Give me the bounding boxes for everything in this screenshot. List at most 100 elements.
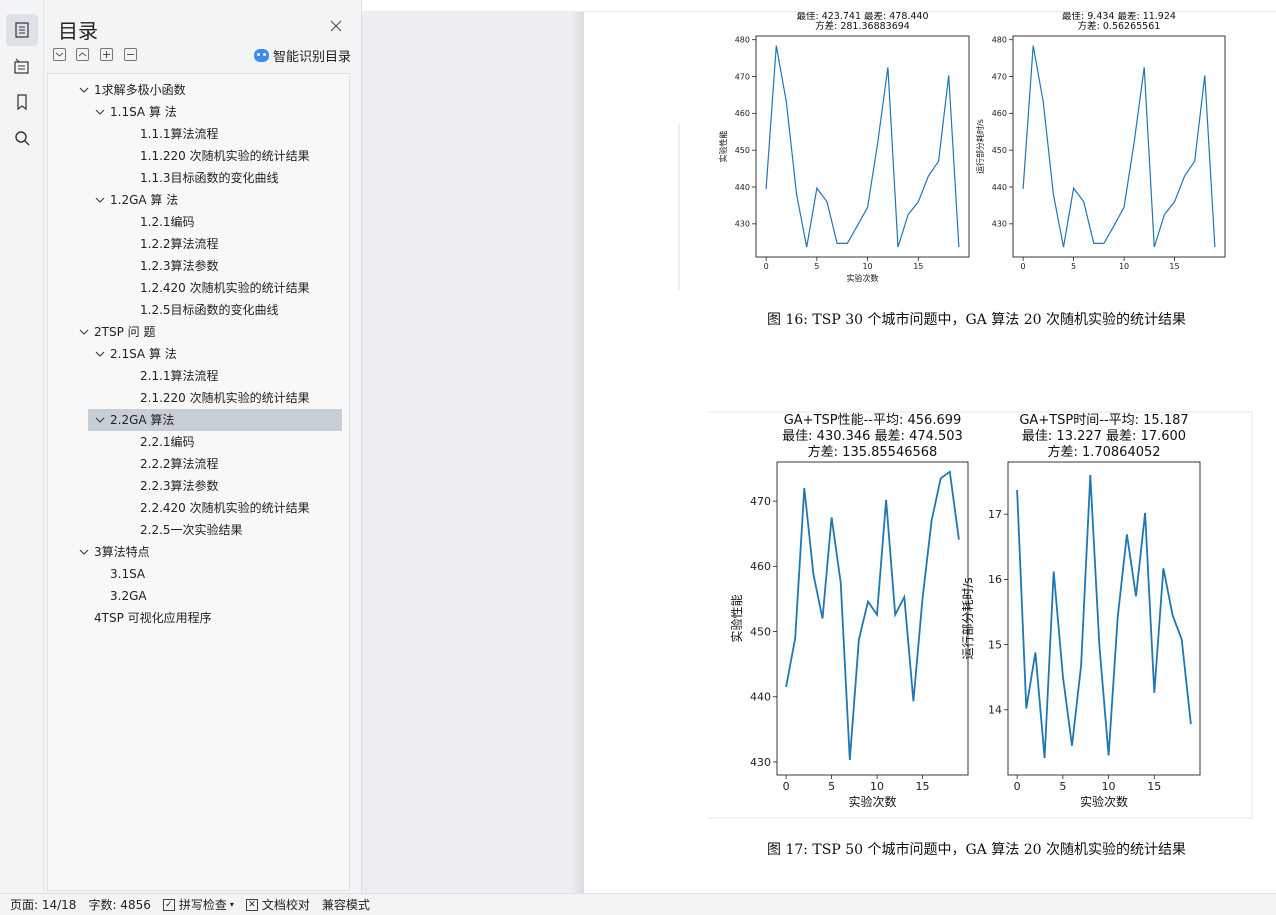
toc-item[interactable]: 1.2GA 算 法: [94, 189, 178, 211]
x-axis-label: 实验次数: [1080, 794, 1128, 809]
y-tick-label: 14: [988, 704, 1002, 717]
x-tick-label: 5: [1059, 780, 1066, 793]
toc-item-label: 1.2.1编码: [140, 215, 195, 229]
chapter-nav-icon[interactable]: [6, 50, 38, 82]
toc-item[interactable]: 2TSP 问 题: [78, 321, 155, 343]
x-tick-label: 15: [1147, 780, 1161, 793]
toc-item[interactable]: 2.2.5一次实验结果: [124, 519, 243, 541]
toc-item[interactable]: 1.2.1编码: [124, 211, 195, 233]
chart-title-line: 方差: 135.85546568: [808, 444, 938, 460]
app-window: 目录 智能识别目录 1求解多极小函数 1.1SA 算 法 1.1.1算法流程 1.1.…: [0, 0, 1276, 915]
y-tick-label: 470: [735, 72, 750, 81]
x-tick-label: 0: [1021, 262, 1026, 271]
chart-title-line: 方差: 281.36883694: [815, 20, 910, 32]
chart-3: GA+TSP时间--平均: 15.187最佳: 13.227 最差: 17.60…: [960, 413, 1201, 809]
x-axis-label: 实验次数: [847, 273, 879, 283]
x-tick-label: 0: [783, 780, 790, 793]
toc-item-label: 1.2.5目标函数的变化曲线: [140, 303, 279, 317]
chevron-down-icon[interactable]: [78, 84, 90, 96]
toc-item[interactable]: 2.1SA 算 法: [94, 343, 177, 365]
chevron-down-icon[interactable]: [94, 106, 106, 118]
word-count[interactable]: 字数: 4856: [82, 896, 156, 913]
y-tick-label: 440: [735, 183, 750, 192]
toc-item[interactable]: 1.2.5目标函数的变化曲线: [124, 299, 279, 321]
document-page[interactable]: 最佳: 423.741 最差: 478.440 方差: 281.36883694 0…: [584, 12, 1276, 893]
toc-item[interactable]: 2.2.420 次随机实验的统计结果: [124, 497, 310, 519]
chevron-down-icon[interactable]: [94, 194, 106, 206]
toc-item-label: 2.2.1编码: [140, 435, 195, 449]
page-indicator[interactable]: 页面: 14/18: [0, 896, 82, 913]
x-tick-label: 5: [828, 780, 835, 793]
toc-item[interactable]: 2.2.1编码: [124, 431, 195, 453]
toc-item[interactable]: 1.1.3目标函数的变化曲线: [124, 167, 279, 189]
toc-item[interactable]: 2.2.2算法流程: [124, 453, 219, 475]
chart-title-line: 方差: 0.56265561: [1078, 20, 1161, 32]
panel-title: 目录: [58, 19, 98, 43]
chart-frame: [1012, 35, 1226, 258]
toc-item-label: 1.1.220 次随机实验的统计结果: [140, 149, 310, 163]
add-heading-button[interactable]: [100, 48, 113, 61]
toc-item[interactable]: 1.2.3算法参数: [124, 255, 219, 277]
page-shadow: [572, 12, 584, 893]
toc-item-label: 4TSP 可视化应用程序: [94, 611, 212, 625]
chart-frame: [1007, 461, 1201, 776]
figure-17: GA+TSP性能--平均: 456.699最佳: 430.346 最差: 474…: [709, 411, 1253, 819]
toc-item[interactable]: 3.2GA: [94, 585, 147, 607]
toc-item[interactable]: 1.1SA 算 法: [94, 101, 177, 123]
toc-item[interactable]: 2.2.3算法参数: [124, 475, 219, 497]
spell-check-button[interactable]: ✓ 拼写检查 ▾: [157, 896, 240, 913]
toc-item-label: 3.2GA: [110, 589, 147, 603]
outline-icon[interactable]: [6, 14, 38, 46]
chevron-down-icon[interactable]: [94, 348, 106, 360]
y-tick-label: 430: [992, 220, 1007, 229]
toc-item[interactable]: 1.1.1算法流程: [124, 123, 219, 145]
status-bar: 页面: 14/18 字数: 4856 ✓ 拼写检查 ▾ ✕ 文档校对 兼容模式: [0, 893, 1276, 915]
chart-1: 最佳: 9.434 最差: 11.924方差: 0.562655610 5 10 15…: [975, 12, 1226, 271]
toc-item-label: 3.1SA: [110, 567, 146, 581]
check-icon: ✓: [162, 898, 175, 911]
toc-item[interactable]: 3算法特点: [78, 541, 150, 563]
expand-up-button[interactable]: [76, 48, 89, 61]
close-icon[interactable]: [329, 19, 343, 33]
toc-item-label: 2.1.220 次随机实验的统计结果: [140, 391, 310, 405]
y-tick-label: 470: [750, 495, 771, 508]
x-tick-label: 15: [916, 780, 930, 793]
chart-frame: [755, 35, 970, 258]
collapse-all-button[interactable]: [53, 48, 66, 61]
toc-item[interactable]: 3.1SA: [94, 563, 145, 585]
toc-item[interactable]: 1求解多极小函数: [78, 79, 186, 101]
chart-title-line: GA+TSP性能--平均: 456.699: [784, 413, 962, 428]
search-icon[interactable]: [6, 122, 38, 154]
toc-item[interactable]: 2.1.220 次随机实验的统计结果: [124, 387, 310, 409]
x-tick-label: 10: [1119, 262, 1129, 271]
chevron-down-icon[interactable]: [94, 414, 106, 426]
chart-0: 最佳: 423.741 最差: 478.440方差: 281.368836940…: [718, 12, 970, 283]
toc-item[interactable]: 1.2.2算法流程: [124, 233, 219, 255]
toc-item[interactable]: 1.1.220 次随机实验的统计结果: [124, 145, 310, 167]
y-tick-label: 17: [988, 508, 1002, 521]
bookmark-icon[interactable]: [6, 86, 38, 118]
y-tick-label: 470: [992, 72, 1007, 81]
spell-check-label: 拼写检查: [178, 898, 227, 912]
x-tick-label: 10: [870, 780, 884, 793]
toc-item-label: 2.1.1算法流程: [140, 369, 219, 383]
proofread-button[interactable]: ✕ 文档校对: [240, 896, 316, 913]
x-tick-label: 5: [814, 262, 819, 271]
series-line: [1016, 474, 1192, 759]
figure-16: 最佳: 423.741 最差: 478.440方差: 281.368836940…: [678, 12, 1226, 290]
toc-item[interactable]: 2.1.1算法流程: [124, 365, 219, 387]
toc-item-label: 1.1.3目标函数的变化曲线: [140, 171, 279, 185]
toc-item-label: 2.2.5一次实验结果: [140, 523, 243, 537]
smart-toc-label: 智能识别目录: [273, 50, 352, 65]
chevron-down-icon[interactable]: [78, 546, 90, 558]
toc-item-label: 2.2.420 次随机实验的统计结果: [140, 501, 310, 515]
toc-item-selected[interactable]: 2.2GA 算法: [88, 409, 342, 431]
y-tick-label: 460: [750, 560, 771, 573]
remove-heading-button[interactable]: [124, 48, 137, 61]
y-axis-label: 实验性能: [729, 594, 744, 642]
toc-item[interactable]: 4TSP 可视化应用程序: [78, 607, 212, 629]
y-tick-label: 440: [992, 183, 1007, 192]
chevron-down-icon[interactable]: [78, 326, 90, 338]
smart-toc-button[interactable]: 智能识别目录: [254, 46, 351, 65]
toc-item[interactable]: 1.2.420 次随机实验的统计结果: [124, 277, 310, 299]
